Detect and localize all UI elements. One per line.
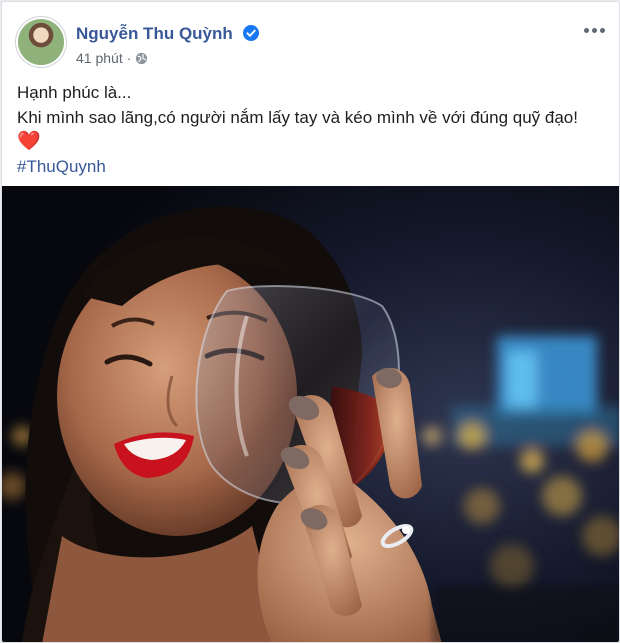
- verified-badge-icon: [242, 25, 259, 41]
- post-text: Hạnh phúc là... Khi mình sao lãng,có ngư…: [17, 80, 605, 179]
- author-avatar[interactable]: [18, 19, 64, 65]
- post-header: Nguyễn Thu Quỳnh 41 phút ·: [2, 2, 619, 74]
- globe-icon[interactable]: [135, 52, 148, 65]
- post-meta: 41 phút ·: [76, 50, 148, 66]
- author-name-row[interactable]: Nguyễn Thu Quỳnh: [76, 24, 259, 44]
- meta-separator: ·: [126, 50, 132, 66]
- author-name[interactable]: Nguyễn Thu Quỳnh: [76, 24, 233, 43]
- post-photo[interactable]: [2, 186, 619, 642]
- post-text-line-2: Khi mình sao lãng,có người nắm lấy tay v…: [17, 108, 578, 127]
- photo-illustration: [2, 186, 619, 642]
- more-options-icon[interactable]: [581, 20, 607, 40]
- hashtag-link[interactable]: #ThuQuynh: [17, 154, 605, 179]
- post-text-line-1: Hạnh phúc là...: [17, 83, 132, 102]
- post-timestamp[interactable]: 41 phút: [76, 50, 123, 66]
- heart-emoji: ❤️: [17, 131, 41, 152]
- post-card: Nguyễn Thu Quỳnh 41 phút · Hạnh phúc là.…: [1, 1, 620, 643]
